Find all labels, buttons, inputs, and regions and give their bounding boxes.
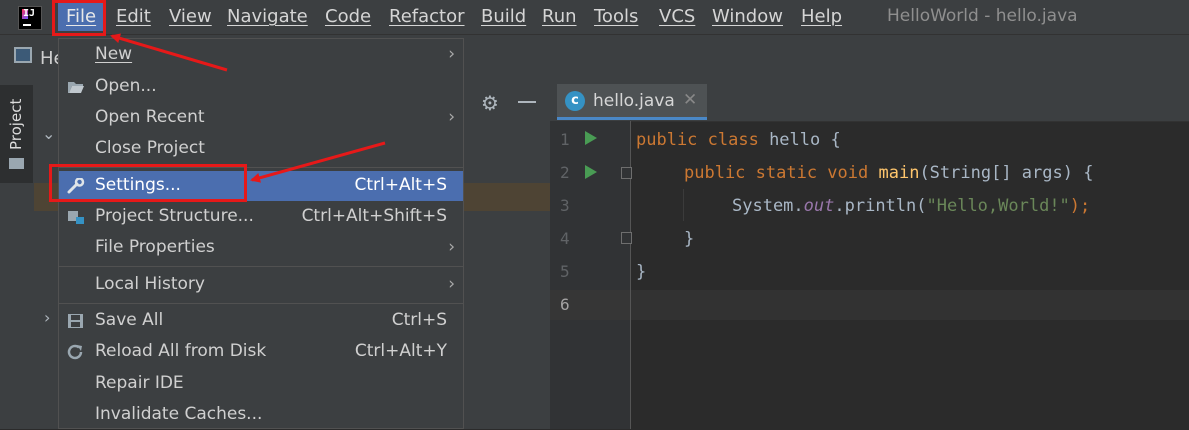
annotation-arrows <box>110 33 386 183</box>
annotation-arrow <box>250 141 386 183</box>
annotation-arrow <box>110 33 228 72</box>
